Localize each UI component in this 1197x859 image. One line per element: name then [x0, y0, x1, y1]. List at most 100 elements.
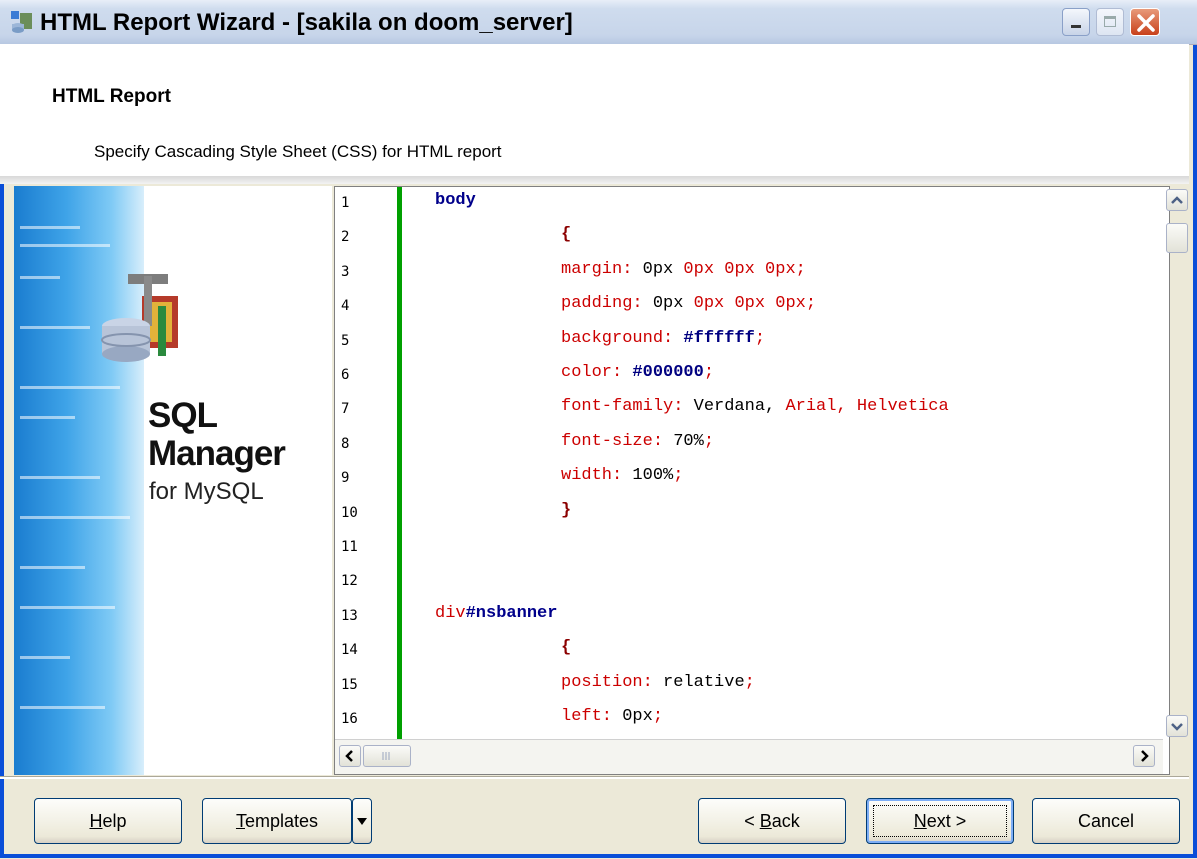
- chevron-down-icon: [1171, 723, 1183, 731]
- scroll-left-button[interactable]: [339, 745, 361, 767]
- line-number: 1: [341, 195, 350, 211]
- close-button[interactable]: [1130, 8, 1160, 36]
- product-name-line1: SQL: [148, 396, 218, 435]
- line-number: 14: [341, 642, 358, 659]
- chevron-right-icon: [1141, 750, 1149, 762]
- code-line[interactable]: width: 100%;: [561, 466, 683, 485]
- triangle-down-icon: [357, 818, 367, 825]
- code-token: font-size:: [561, 431, 664, 451]
- code-token: ;: [652, 707, 664, 726]
- css-editor[interactable]: 1 2 3 4 5 6 7 8 9 10 11 12 13 14 15 16 body{margin: 0px…: [334, 186, 1188, 775]
- code-token: ;: [744, 672, 755, 692]
- product-name-line3: for MySQL: [149, 478, 264, 505]
- code-line[interactable]: margin: 0px 0px 0px 0px;: [561, 260, 806, 279]
- code-token: ;: [703, 363, 715, 382]
- code-token: #ffffff: [673, 328, 755, 348]
- wizard-header: HTML Report Specify Cascading Style Shee…: [0, 44, 1189, 176]
- horizontal-scrollbar[interactable]: [335, 739, 1163, 774]
- scroll-down-button[interactable]: [1166, 715, 1188, 737]
- line-number: 8: [341, 435, 350, 452]
- cancel-button[interactable]: Cancel: [1032, 798, 1180, 844]
- code-token: background:: [561, 328, 674, 348]
- line-number: 15: [341, 676, 358, 693]
- line-number: 2: [341, 229, 350, 246]
- back-button[interactable]: < Back: [698, 798, 846, 844]
- code-line[interactable]: font-family: Verdana, Arial, Helvetica: [561, 397, 949, 416]
- help-button[interactable]: Help: [34, 798, 182, 844]
- code-token: font-family:: [561, 397, 684, 417]
- line-number: 6: [341, 367, 350, 383]
- line-number-gutter: 1 2 3 4 5 6 7 8 9 10 11 12 13 14 15 16: [335, 187, 395, 739]
- code-line[interactable]: padding: 0px 0px 0px 0px;: [561, 294, 816, 313]
- line-number: 11: [341, 539, 358, 555]
- code-token: div: [435, 603, 466, 623]
- chevron-left-icon: [345, 750, 353, 762]
- page-title: HTML Report: [52, 86, 171, 107]
- focus-rectangle: [873, 805, 1007, 837]
- line-number: 10: [341, 504, 358, 521]
- header-divider: [0, 176, 1189, 184]
- code-line[interactable]: {: [561, 225, 571, 244]
- code-line[interactable]: body: [435, 191, 476, 210]
- code-line[interactable]: color: #000000;: [561, 363, 714, 382]
- templates-button[interactable]: Templates: [202, 798, 352, 844]
- close-icon: [1137, 14, 1155, 32]
- code-line[interactable]: {: [561, 638, 571, 657]
- templates-mnemonic: T: [235, 811, 245, 831]
- scroll-right-button[interactable]: [1133, 745, 1155, 767]
- templates-label: emplates: [244, 811, 319, 831]
- code-line[interactable]: background: #ffffff;: [561, 329, 765, 348]
- horizontal-scroll-thumb[interactable]: [363, 745, 411, 767]
- gutter-change-bar: [397, 187, 402, 739]
- line-number: 16: [341, 711, 358, 727]
- line-number: 5: [341, 332, 350, 349]
- code-line[interactable]: position: relative;: [561, 673, 755, 692]
- code-token: width:: [561, 466, 623, 486]
- code-token: 0px 0px 0px;: [673, 259, 806, 279]
- line-number: 7: [341, 401, 350, 418]
- code-token: 70%: [663, 431, 704, 451]
- code-token: 0px 0px 0px;: [683, 294, 817, 314]
- maximize-button[interactable]: [1096, 8, 1124, 36]
- code-token: 0px: [642, 294, 684, 314]
- code-area[interactable]: body{margin: 0px 0px 0px 0px; padding: 0p…: [435, 187, 1163, 739]
- code-token: body: [435, 191, 476, 210]
- code-line[interactable]: left: 0px;: [561, 707, 663, 726]
- code-token: padding:: [561, 294, 643, 314]
- scroll-up-button[interactable]: [1166, 189, 1188, 211]
- line-number: 4: [341, 298, 350, 315]
- footer-divider: [0, 776, 1189, 779]
- code-line[interactable]: div#nsbanner: [435, 604, 557, 623]
- window-title: HTML Report Wizard - [sakila on doom_ser…: [40, 9, 573, 36]
- product-name-line2: Manager: [148, 434, 286, 473]
- scroll-thumb[interactable]: [1166, 223, 1188, 253]
- code-token: Verdana,: [683, 397, 776, 417]
- title-bar[interactable]: HTML Report Wizard - [sakila on doom_ser…: [0, 0, 1197, 45]
- minimize-button[interactable]: [1062, 8, 1090, 36]
- templates-dropdown-button[interactable]: [352, 798, 372, 844]
- cancel-label: Cancel: [1077, 811, 1135, 831]
- code-line[interactable]: font-size: 70%;: [561, 432, 714, 451]
- chevron-up-icon: [1171, 196, 1183, 204]
- code-token: {: [561, 225, 572, 245]
- code-token: ;: [754, 328, 766, 348]
- page-subtitle: Specify Cascading Style Sheet (CSS) for …: [94, 142, 502, 161]
- code-token: 0px: [632, 259, 674, 279]
- code-token: ;: [703, 431, 715, 451]
- database-wizard-icon: [11, 11, 32, 33]
- back-prefix: <: [744, 811, 760, 831]
- code-token: {: [561, 638, 572, 658]
- help-mnemonic: H: [89, 811, 103, 831]
- next-button[interactable]: Next >: [866, 798, 1014, 844]
- grip-icon: [382, 752, 390, 760]
- line-number: 12: [341, 573, 358, 590]
- code-token: margin:: [561, 259, 633, 279]
- line-number: 9: [341, 470, 350, 487]
- help-label: elp: [102, 811, 127, 831]
- line-number: 3: [341, 263, 350, 280]
- vertical-scrollbar[interactable]: [1165, 187, 1189, 739]
- code-token: position:: [561, 672, 653, 692]
- code-line[interactable]: }: [561, 501, 571, 520]
- code-token: ;: [673, 466, 684, 486]
- product-banner: SQL Manager for MySQL: [14, 186, 332, 775]
